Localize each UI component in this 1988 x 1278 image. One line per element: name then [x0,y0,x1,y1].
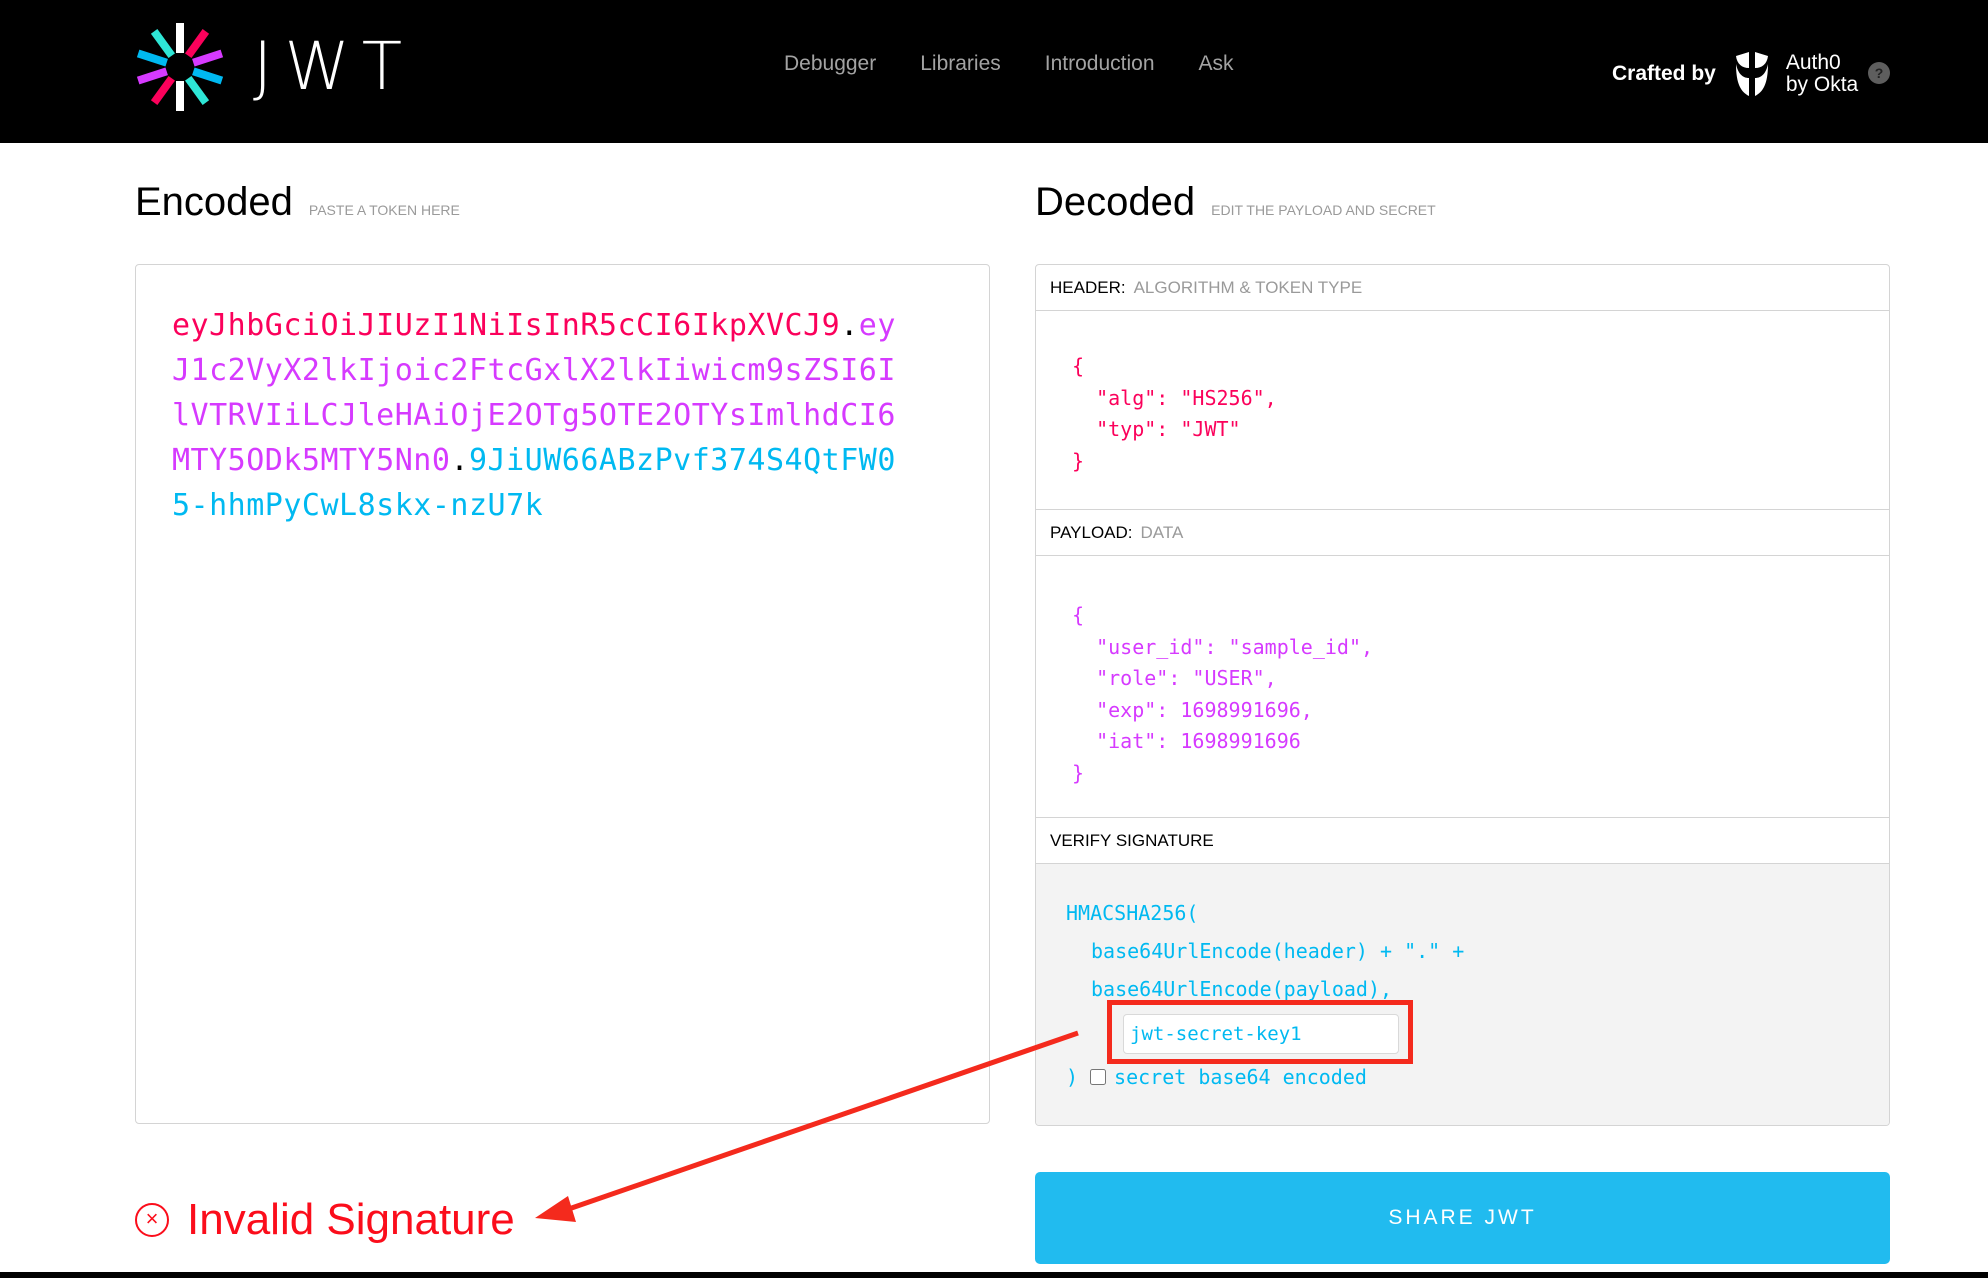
auth0-brand-text: Auth0 by Okta [1786,52,1858,96]
jwt-starburst-icon [136,23,224,111]
close-paren: ) [1066,1065,1079,1089]
nav-libraries[interactable]: Libraries [920,52,1001,76]
help-icon[interactable]: ? [1868,62,1890,84]
payload-section-sublabel: DATA [1140,522,1184,542]
bottom-bar [0,1272,1988,1278]
header-json-editor[interactable]: { "alg": "HS256", "typ": "JWT" } [1036,311,1889,510]
encoded-token[interactable]: eyJhbGciOiJIUzI1NiIsInR5cCI6IkpXVCJ9.eyJ… [172,303,912,528]
nav-debugger[interactable]: Debugger [784,52,876,76]
header-section-sublabel: ALGORITHM & TOKEN TYPE [1133,277,1363,297]
encoded-title: Encoded [135,180,293,224]
nav-ask[interactable]: Ask [1199,52,1234,76]
brand-line1: Auth0 [1785,51,1841,74]
hmac-function-line: HMACSHA256( [1066,901,1199,925]
payload-json-editor[interactable]: { "user_id": "sample_id", "role": "USER"… [1036,556,1889,818]
secret-row [1066,1000,1889,1064]
payload-section-title: PAYLOAD: DATA [1036,510,1889,556]
crafted-by-auth0-link[interactable]: Crafted by Auth0 by Okta [1612,50,1858,98]
decoded-title: Decoded [1035,180,1196,224]
signature-status-text: Invalid Signature [187,1195,515,1244]
verify-signature-body: HMACSHA256( base64UrlEncode(header) + ".… [1036,864,1889,1125]
encoded-token-textarea[interactable]: eyJhbGciOiJIUzI1NiIsInR5cCI6IkpXVCJ9.eyJ… [135,264,990,1124]
header-section-title: HEADER: ALGORITHM & TOKEN TYPE [1036,265,1889,311]
verify-signature-label: VERIFY SIGNATURE [1050,830,1214,850]
logo-wordmark: JWT [253,28,415,105]
signature-status: × Invalid Signature [135,1195,515,1245]
decoded-heading: Decoded EDIT THE PAYLOAD AND SECRET [1035,180,1436,225]
decoded-panel: HEADER: ALGORITHM & TOKEN TYPE { "alg": … [1035,264,1890,1126]
jwt-logo[interactable]: JWT [135,22,414,112]
payload-section-label: PAYLOAD: [1050,522,1133,542]
decoded-subtitle: EDIT THE PAYLOAD AND SECRET [1211,202,1436,218]
encode-header-line: base64UrlEncode(header) + "." + [1091,939,1465,963]
main-nav: Debugger Libraries Introduction Ask [784,52,1234,76]
share-jwt-button[interactable]: SHARE JWT [1035,1172,1890,1264]
encoded-heading: Encoded PASTE A TOKEN HERE [135,180,460,225]
secret-key-input[interactable] [1123,1014,1399,1054]
brand-line2: by Okta [1785,73,1859,96]
header-section-label: HEADER: [1050,277,1126,297]
crafted-by-label: Crafted by [1612,62,1716,85]
x-circle-icon: × [135,1203,169,1237]
nav-introduction[interactable]: Introduction [1045,52,1155,76]
token-separator: . [840,308,859,343]
token-header-part: eyJhbGciOiJIUzI1NiIsInR5cCI6IkpXVCJ9 [172,308,841,343]
encoded-subtitle: PASTE A TOKEN HERE [308,202,460,218]
top-navigation-bar: JWT Debugger Libraries Introduction Ask … [0,0,1988,143]
verify-signature-title: VERIFY SIGNATURE [1036,818,1889,864]
token-separator: . [450,443,469,478]
auth0-shield-icon [1735,52,1768,96]
secret-base64-checkbox[interactable] [1090,1069,1107,1085]
